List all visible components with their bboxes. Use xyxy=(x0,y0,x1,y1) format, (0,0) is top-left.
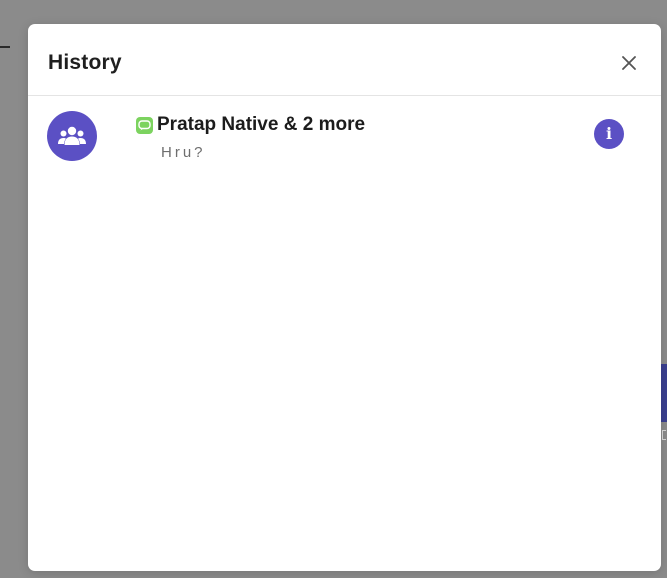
background-element xyxy=(661,364,667,422)
history-list: Pratap Native & 2 more Hru? xyxy=(28,96,661,178)
history-item-subtitle: Hru? xyxy=(161,144,206,161)
history-item-title-row: Pratap Native & 2 more xyxy=(136,114,365,136)
info-icon: i xyxy=(605,124,613,143)
history-item-title: Pratap Native & 2 more xyxy=(157,114,366,135)
chat-bubble-icon xyxy=(136,116,153,134)
close-button[interactable] xyxy=(617,51,641,75)
background-mark xyxy=(662,430,666,440)
history-modal: History Pratap Native & 2 more Hru? i xyxy=(28,24,661,571)
close-icon xyxy=(622,55,636,70)
history-item-text: Pratap Native & 2 more Hru? xyxy=(136,114,365,161)
avatar xyxy=(47,111,97,161)
group-icon xyxy=(58,126,86,145)
history-item[interactable]: Pratap Native & 2 more Hru? xyxy=(28,96,661,178)
modal-title: History xyxy=(48,50,122,74)
info-button[interactable]: i xyxy=(594,119,624,149)
background-divider xyxy=(0,46,10,48)
modal-header: History xyxy=(28,24,661,96)
